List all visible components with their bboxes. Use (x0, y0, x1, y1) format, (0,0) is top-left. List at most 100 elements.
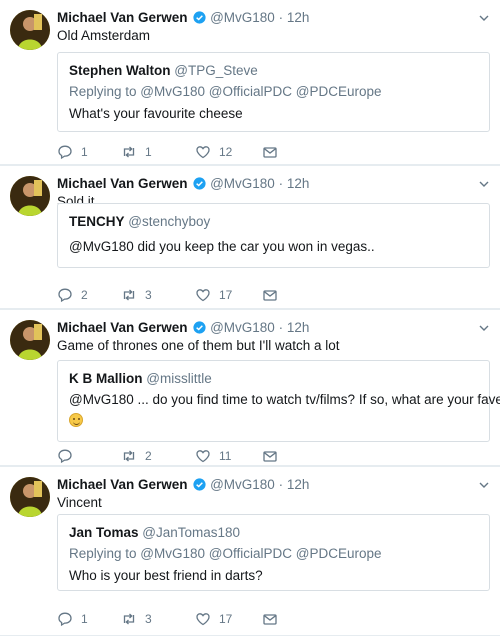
direct-message-icon (263, 147, 277, 158)
reply-count: 1 (81, 145, 88, 159)
avatar[interactable] (10, 320, 50, 360)
tweet-header: Michael Van Gerwen @MvG180 · 12h (57, 176, 490, 194)
reply-icon (58, 612, 72, 627)
quoted-tweet[interactable]: Jan Tomas @JanTomas180 Replying to @MvG1… (57, 514, 490, 591)
caret-down-icon[interactable] (478, 12, 490, 24)
verified-badge-icon (193, 177, 206, 190)
retweet-count: 3 (145, 288, 152, 302)
quote-text: @MvG180 did you keep the car you won in … (69, 239, 375, 254)
reply-button[interactable] (57, 446, 81, 466)
tweet-actions: 2 3 17 (57, 285, 490, 305)
tweet[interactable]: Michael Van Gerwen @MvG180 · 12h Sold it… (0, 166, 500, 309)
retweet-button[interactable]: 1 (121, 142, 152, 162)
author-name[interactable]: Michael Van Gerwen (57, 320, 188, 335)
verified-badge-icon (193, 321, 206, 334)
direct-message-button[interactable] (262, 142, 278, 162)
quote-author-handle: @TPG_Steve (174, 63, 258, 78)
avatar[interactable] (10, 10, 50, 50)
caret-down-icon[interactable] (478, 322, 490, 334)
tweet-time[interactable]: 12h (287, 176, 310, 191)
tweet-feed: Michael Van Gerwen @MvG180 · 12h Old Ams… (0, 0, 500, 636)
like-button[interactable]: 17 (195, 285, 232, 305)
avatar[interactable] (10, 176, 50, 216)
author-handle[interactable]: @MvG180 (210, 477, 275, 492)
author-name[interactable]: Michael Van Gerwen (57, 477, 188, 492)
tweet[interactable]: Michael Van Gerwen @MvG180 · 12h Game of… (0, 310, 500, 466)
verified-badge-icon (193, 11, 206, 24)
caret-down-icon[interactable] (478, 178, 490, 190)
quoted-tweet[interactable]: Stephen Walton @TPG_Steve Replying to @M… (57, 52, 490, 132)
quote-author-handle: @JanTomas180 (142, 525, 241, 540)
retweet-count: 3 (145, 612, 152, 626)
reply-count: 1 (81, 612, 88, 626)
tweet-actions: 1 1 12 (57, 142, 490, 162)
quote-author-handle: @stenchyboy (128, 214, 211, 229)
retweet-count: 2 (145, 449, 152, 463)
retweet-count: 1 (145, 145, 152, 159)
retweet-button[interactable]: 3 (121, 285, 152, 305)
grinning-emoji-icon (69, 413, 83, 427)
retweet-button[interactable]: 3 (121, 609, 152, 629)
tweet-time[interactable]: 12h (287, 10, 310, 25)
author-name[interactable]: Michael Van Gerwen (57, 176, 188, 191)
retweet-icon (123, 146, 135, 158)
quote-author-name: TENCHY (69, 214, 125, 229)
tweet-header: Michael Van Gerwen @MvG180 · 12h (57, 10, 490, 28)
like-button[interactable]: 17 (195, 609, 232, 629)
direct-message-button[interactable] (262, 446, 278, 466)
tweet-time[interactable]: 12h (287, 320, 310, 335)
like-icon (196, 613, 210, 626)
direct-message-button[interactable] (262, 285, 278, 305)
quoted-tweet[interactable]: TENCHY @stenchyboy @MvG180 did you keep … (57, 203, 490, 268)
reply-icon (58, 449, 72, 464)
direct-message-button[interactable] (262, 609, 278, 629)
tweet-header: Michael Van Gerwen @MvG180 · 12h (57, 320, 490, 338)
reply-button[interactable]: 1 (57, 142, 88, 162)
like-icon (196, 146, 210, 159)
separator-dot: · (278, 10, 284, 25)
separator-dot: · (278, 477, 284, 492)
author-name[interactable]: Michael Van Gerwen (57, 10, 188, 25)
reply-button[interactable]: 2 (57, 285, 88, 305)
separator-dot: · (278, 320, 284, 335)
quote-replying-to: Replying to @MvG180 @OfficialPDC @PDCEur… (69, 84, 382, 99)
quoted-tweet[interactable]: K B Mallion @misslittle @MvG180 ... do y… (57, 360, 500, 442)
tweet[interactable]: Michael Van Gerwen @MvG180 · 12h Vincent… (0, 467, 500, 636)
like-button[interactable]: 12 (195, 142, 232, 162)
like-count: 17 (219, 288, 233, 302)
like-button[interactable]: 11 (195, 446, 231, 466)
like-count: 12 (219, 145, 233, 159)
tweet-time[interactable]: 12h (287, 477, 310, 492)
caret-down-icon[interactable] (478, 479, 490, 491)
tweet[interactable]: Michael Van Gerwen @MvG180 · 12h Old Ams… (0, 0, 500, 165)
tweet-text: Game of thrones one of them but I'll wat… (57, 338, 340, 353)
author-handle[interactable]: @MvG180 (210, 320, 275, 335)
quote-author-name: Stephen Walton (69, 63, 171, 78)
author-handle[interactable]: @MvG180 (210, 10, 275, 25)
author-handle[interactable]: @MvG180 (210, 176, 275, 191)
like-icon (196, 450, 210, 463)
direct-message-icon (263, 614, 277, 625)
reply-count: 2 (81, 288, 88, 302)
separator-dot: · (278, 176, 284, 191)
quote-replying-to: Replying to @MvG180 @OfficialPDC @PDCEur… (69, 546, 382, 561)
tweet-actions: 2 11 (57, 446, 490, 466)
tweet-actions: 1 3 17 (57, 609, 490, 629)
quote-author-name: Jan Tomas (69, 525, 139, 540)
like-count: 11 (219, 449, 232, 463)
avatar[interactable] (10, 477, 50, 517)
tweet-header: Michael Van Gerwen @MvG180 · 12h (57, 477, 490, 495)
direct-message-icon (263, 290, 277, 301)
like-icon (196, 289, 210, 302)
retweet-icon (123, 450, 135, 462)
reply-icon (58, 145, 72, 160)
tweet-text: Vincent (57, 495, 102, 510)
quote-author-handle: @misslittle (146, 371, 212, 386)
retweet-icon (123, 289, 135, 301)
quote-text: Who is your best friend in darts? (69, 568, 263, 583)
like-count: 17 (219, 612, 233, 626)
reply-icon (58, 288, 72, 303)
retweet-button[interactable]: 2 (121, 446, 152, 466)
direct-message-icon (263, 451, 277, 462)
reply-button[interactable]: 1 (57, 609, 88, 629)
